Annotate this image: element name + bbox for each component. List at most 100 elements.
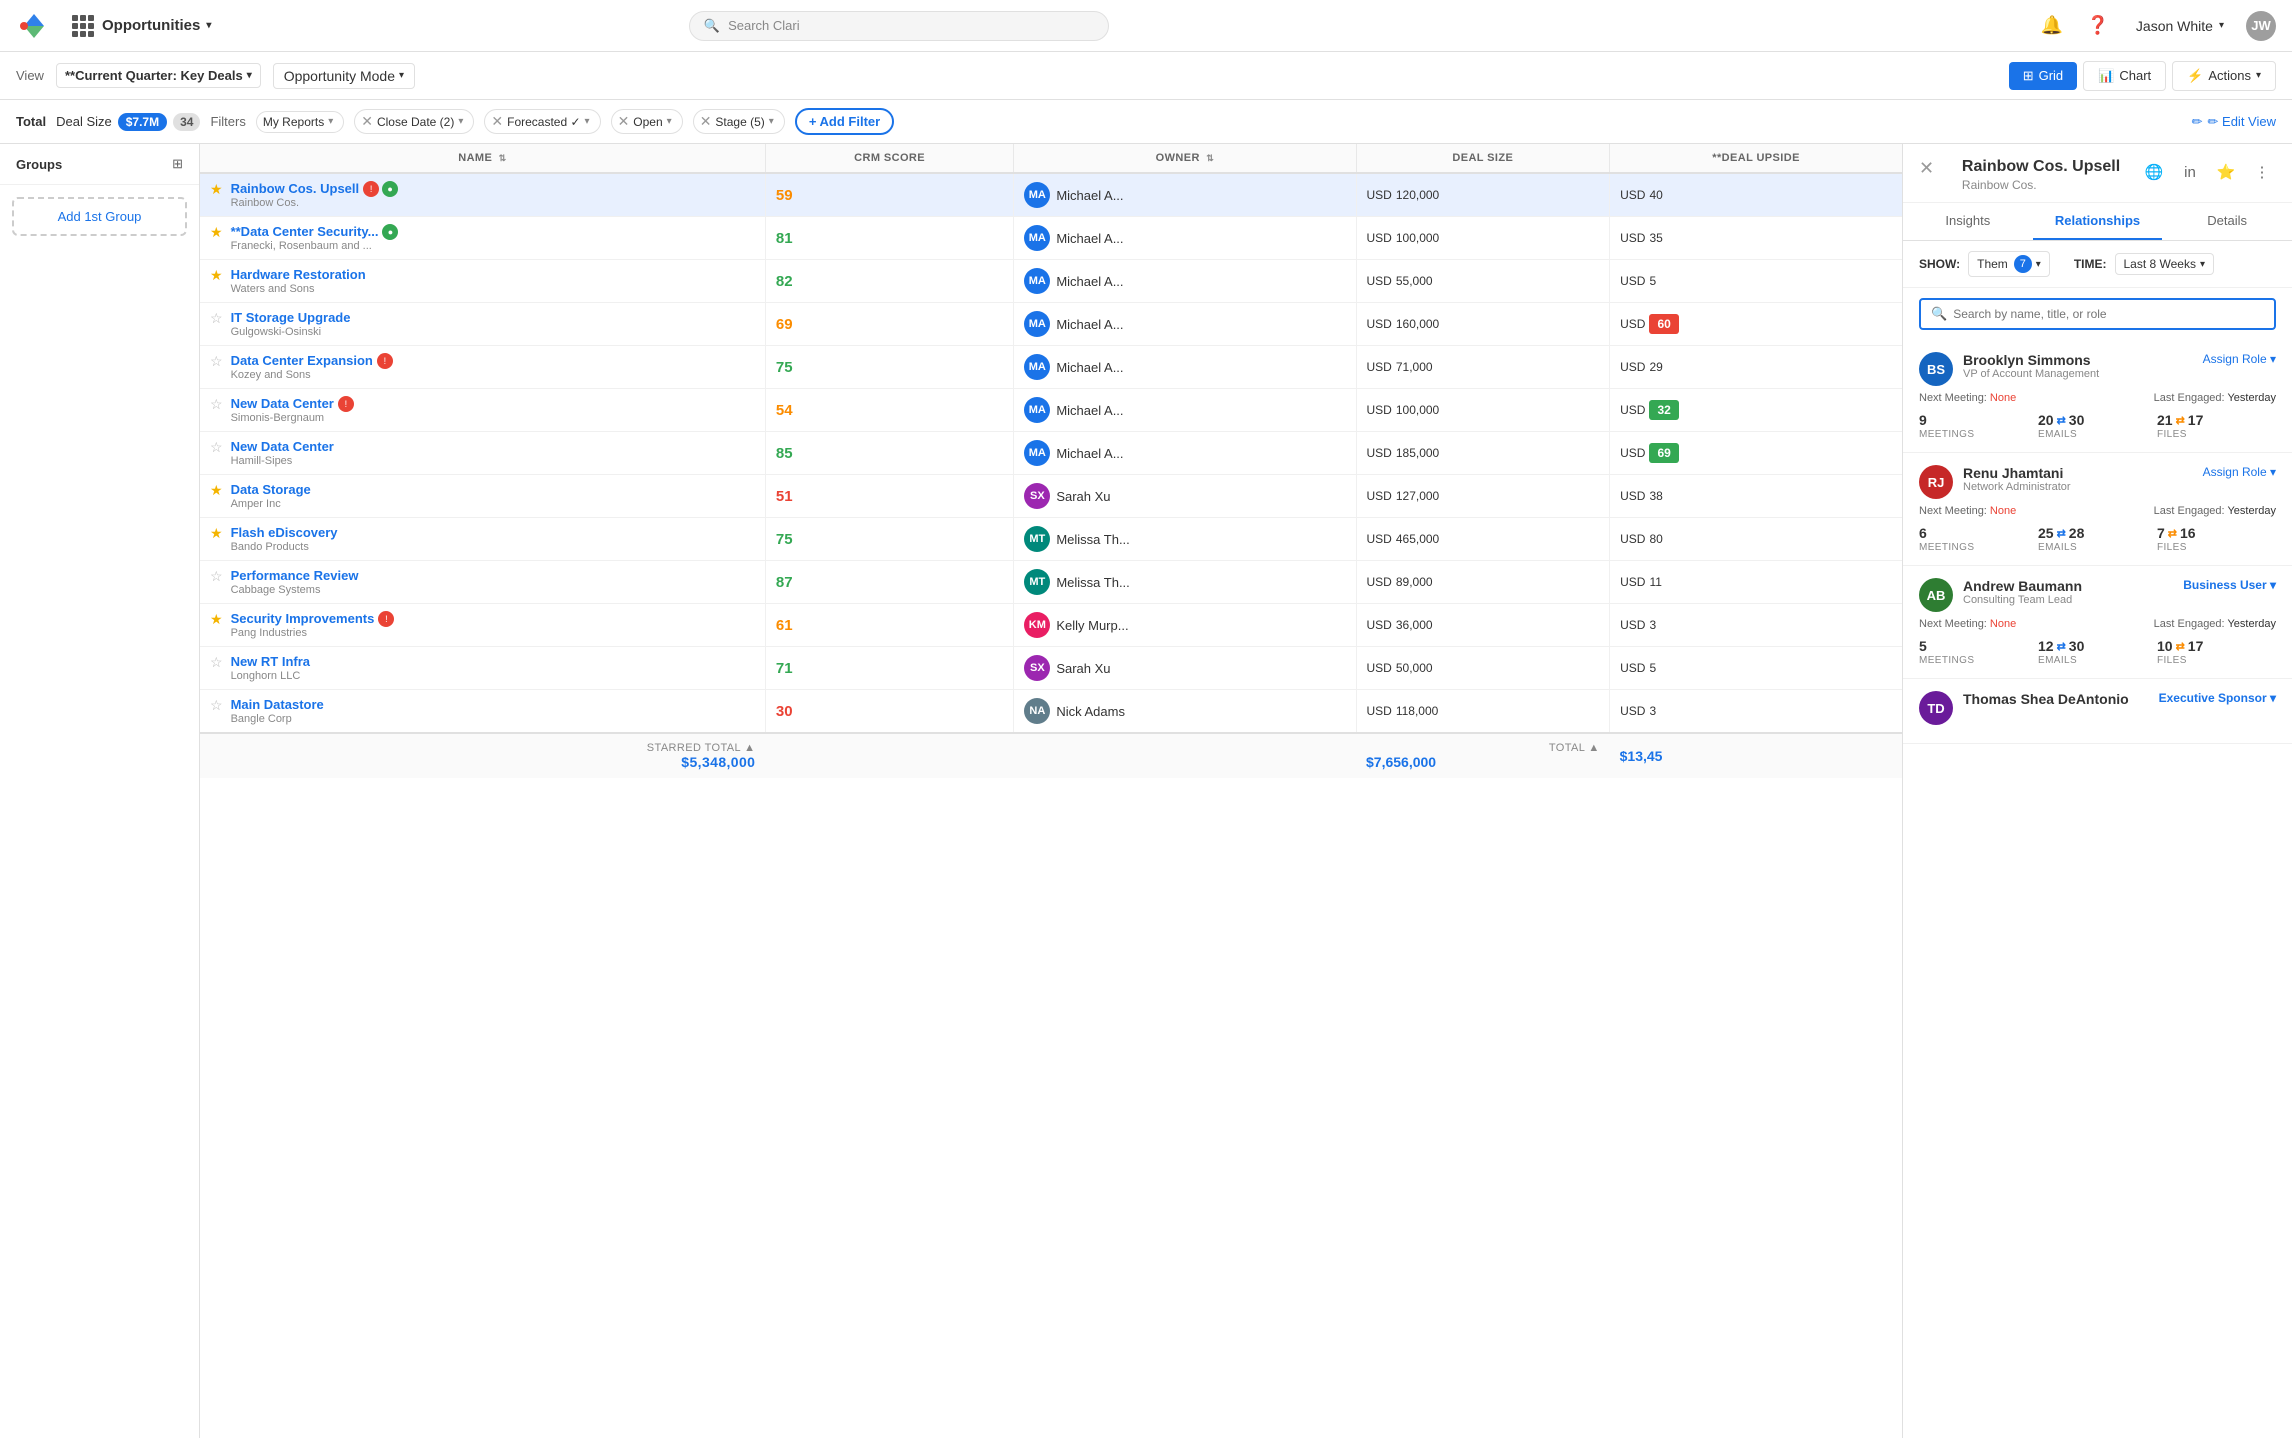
role-selector[interactable]: Executive Sponsor ▾ xyxy=(2159,691,2276,705)
star-icon[interactable]: ☆ xyxy=(210,310,223,327)
table-row[interactable]: ★ **Data Center Security... Franecki, Ro… xyxy=(200,217,1902,260)
show-dropdown[interactable]: Them 7 ▾ xyxy=(1968,251,2050,277)
chip-close-icon[interactable]: ✕ xyxy=(491,113,503,130)
owner-name: Sarah Xu xyxy=(1056,489,1110,504)
table-row[interactable]: ☆ New RT Infra Longhorn LLC 71 SX Sarah … xyxy=(200,647,1902,690)
contacts-search-input[interactable] xyxy=(1953,307,2264,321)
linkedin-icon[interactable]: in xyxy=(2176,158,2204,186)
star-icon[interactable]: ★ xyxy=(210,482,223,499)
contact-stats: 5 MEETINGS 12 ⇄ 30 EMAILS 10 ⇄ 17 FILES xyxy=(1919,638,2276,666)
assign-role-button[interactable]: Assign Role ▾ xyxy=(2203,352,2276,366)
view-selector[interactable]: **Current Quarter: Key Deals ▾ xyxy=(56,63,261,88)
col-name[interactable]: NAME ⇅ xyxy=(200,144,765,173)
filter-chip-open[interactable]: ✕ Open ▾ xyxy=(611,109,683,134)
star-icon[interactable]: ☆ xyxy=(210,568,223,585)
star-icon[interactable]: ☆ xyxy=(210,654,223,671)
assign-role-button[interactable]: Assign Role ▾ xyxy=(2203,465,2276,479)
add-group-button[interactable]: Add 1st Group xyxy=(12,197,187,236)
grid-view-button[interactable]: ⊞ Grid xyxy=(2009,62,2077,90)
name-cell[interactable]: ☆ Performance Review Cabbage Systems xyxy=(200,561,765,604)
table-row[interactable]: ☆ New Data Center Hamill-Sipes 85 MA Mic… xyxy=(200,432,1902,475)
table-row[interactable]: ★ Flash eDiscovery Bando Products 75 MT … xyxy=(200,518,1902,561)
table-row[interactable]: ☆ Performance Review Cabbage Systems 87 … xyxy=(200,561,1902,604)
mode-selector[interactable]: Opportunity Mode ▾ xyxy=(273,63,415,89)
close-panel-button[interactable]: ✕ xyxy=(1919,158,1934,179)
star-icon[interactable]: ★ xyxy=(210,525,223,542)
table-row[interactable]: ☆ New Data Center Simonis-Bergnaum ! 54 … xyxy=(200,389,1902,432)
name-cell[interactable]: ★ Data Storage Amper Inc xyxy=(200,475,765,518)
name-cell[interactable]: ☆ New Data Center Hamill-Sipes xyxy=(200,432,765,475)
filter-chip-my-reports[interactable]: My Reports ▾ xyxy=(256,111,344,133)
col-deal-size[interactable]: DEAL SIZE xyxy=(1356,144,1610,173)
star-icon[interactable]: ★ xyxy=(210,181,223,198)
name-cell[interactable]: ★ Security Improvements Pang Industries … xyxy=(200,604,765,647)
star-icon[interactable]: ⭐ xyxy=(2212,158,2240,186)
time-label: TIME: xyxy=(2074,257,2107,271)
apps-grid-icon xyxy=(72,15,94,37)
star-icon[interactable]: ☆ xyxy=(210,697,223,714)
filter-chip-close-date[interactable]: ✕ Close Date (2) ▾ xyxy=(354,109,474,134)
app-selector[interactable]: Opportunities ▾ xyxy=(64,11,219,41)
table-row[interactable]: ☆ Data Center Expansion Kozey and Sons !… xyxy=(200,346,1902,389)
add-filter-button[interactable]: + Add Filter xyxy=(795,108,894,135)
show-label: SHOW: xyxy=(1919,257,1960,271)
opportunity-name: New RT Infra xyxy=(231,654,310,669)
col-crm-score[interactable]: CRM SCORE xyxy=(765,144,1013,173)
owner-avatar: MA xyxy=(1024,397,1050,423)
star-icon[interactable]: ☆ xyxy=(210,439,223,456)
name-cell[interactable]: ★ Rainbow Cos. Upsell Rainbow Cos. !● xyxy=(200,173,765,217)
user-menu[interactable]: Jason White ▾ xyxy=(2128,14,2232,38)
filter-chip-stage[interactable]: ✕ Stage (5) ▾ xyxy=(693,109,785,134)
col-deal-upside[interactable]: **DEAL UPSIDE xyxy=(1610,144,1902,173)
name-cell[interactable]: ☆ IT Storage Upgrade Gulgowski-Osinski xyxy=(200,303,765,346)
owner-cell: KM Kelly Murp... xyxy=(1014,604,1356,647)
crm-score-cell: 54 xyxy=(765,389,1013,432)
star-icon[interactable]: ☆ xyxy=(210,396,223,413)
help-icon[interactable]: ❓ xyxy=(2082,10,2114,42)
notifications-icon[interactable]: 🔔 xyxy=(2036,10,2068,42)
chart-view-button[interactable]: 📊 Chart xyxy=(2083,61,2166,91)
contacts-search[interactable]: 🔍 xyxy=(1919,298,2276,330)
actions-button[interactable]: ⚡ Actions ▾ xyxy=(2172,61,2276,91)
name-cell[interactable]: ★ Hardware Restoration Waters and Sons xyxy=(200,260,765,303)
table-row[interactable]: ★ Security Improvements Pang Industries … xyxy=(200,604,1902,647)
star-icon[interactable]: ☆ xyxy=(210,353,223,370)
owner-name: Melissa Th... xyxy=(1056,532,1129,547)
table-row[interactable]: ☆ Main Datastore Bangle Corp 30 NA Nick … xyxy=(200,690,1902,734)
chip-close-icon[interactable]: ✕ xyxy=(361,113,373,130)
name-cell[interactable]: ☆ Data Center Expansion Kozey and Sons ! xyxy=(200,346,765,389)
owner-name: Sarah Xu xyxy=(1056,661,1110,676)
table-row[interactable]: ★ Hardware Restoration Waters and Sons 8… xyxy=(200,260,1902,303)
tab-details[interactable]: Details xyxy=(2162,203,2292,240)
star-icon[interactable]: ★ xyxy=(210,611,223,628)
global-search[interactable]: 🔍 Search Clari xyxy=(689,11,1109,41)
more-options-icon[interactable]: ⋮ xyxy=(2248,158,2276,186)
table-row[interactable]: ★ Rainbow Cos. Upsell Rainbow Cos. !● 59… xyxy=(200,173,1902,217)
world-icon[interactable]: 🌐 xyxy=(2140,158,2168,186)
name-cell[interactable]: ☆ Main Datastore Bangle Corp xyxy=(200,690,765,734)
table-row[interactable]: ★ Data Storage Amper Inc 51 SX Sarah Xu … xyxy=(200,475,1902,518)
files-stat: 10 ⇄ 17 FILES xyxy=(2157,638,2276,666)
chip-close-icon[interactable]: ✕ xyxy=(700,113,712,130)
search-icon: 🔍 xyxy=(1931,306,1947,322)
layout-icon[interactable]: ⊞ xyxy=(172,156,183,172)
tab-relationships[interactable]: Relationships xyxy=(2033,203,2163,240)
name-cell[interactable]: ☆ New RT Infra Longhorn LLC xyxy=(200,647,765,690)
chip-close-icon[interactable]: ✕ xyxy=(618,113,630,130)
deal-upside-cell: USD40 xyxy=(1610,173,1902,217)
time-dropdown[interactable]: Last 8 Weeks ▾ xyxy=(2115,253,2215,275)
edit-view-button[interactable]: ✏ ✏ Edit View xyxy=(2192,114,2276,130)
tab-insights[interactable]: Insights xyxy=(1903,203,2033,240)
avatar[interactable]: JW xyxy=(2246,11,2276,41)
filter-chip-forecasted[interactable]: ✕ Forecasted ✓ ▾ xyxy=(484,109,600,134)
table-row[interactable]: ☆ IT Storage Upgrade Gulgowski-Osinski 6… xyxy=(200,303,1902,346)
name-cell[interactable]: ★ **Data Center Security... Franecki, Ro… xyxy=(200,217,765,260)
role-selector[interactable]: Business User ▾ xyxy=(2183,578,2276,592)
star-icon[interactable]: ★ xyxy=(210,267,223,284)
col-owner[interactable]: OWNER ⇅ xyxy=(1014,144,1356,173)
right-panel-header: ✕ Rainbow Cos. Upsell Rainbow Cos. 🌐 in … xyxy=(1903,144,2292,203)
name-cell[interactable]: ★ Flash eDiscovery Bando Products xyxy=(200,518,765,561)
star-icon[interactable]: ★ xyxy=(210,224,223,241)
app-logo[interactable] xyxy=(16,8,52,44)
name-cell[interactable]: ☆ New Data Center Simonis-Bergnaum ! xyxy=(200,389,765,432)
